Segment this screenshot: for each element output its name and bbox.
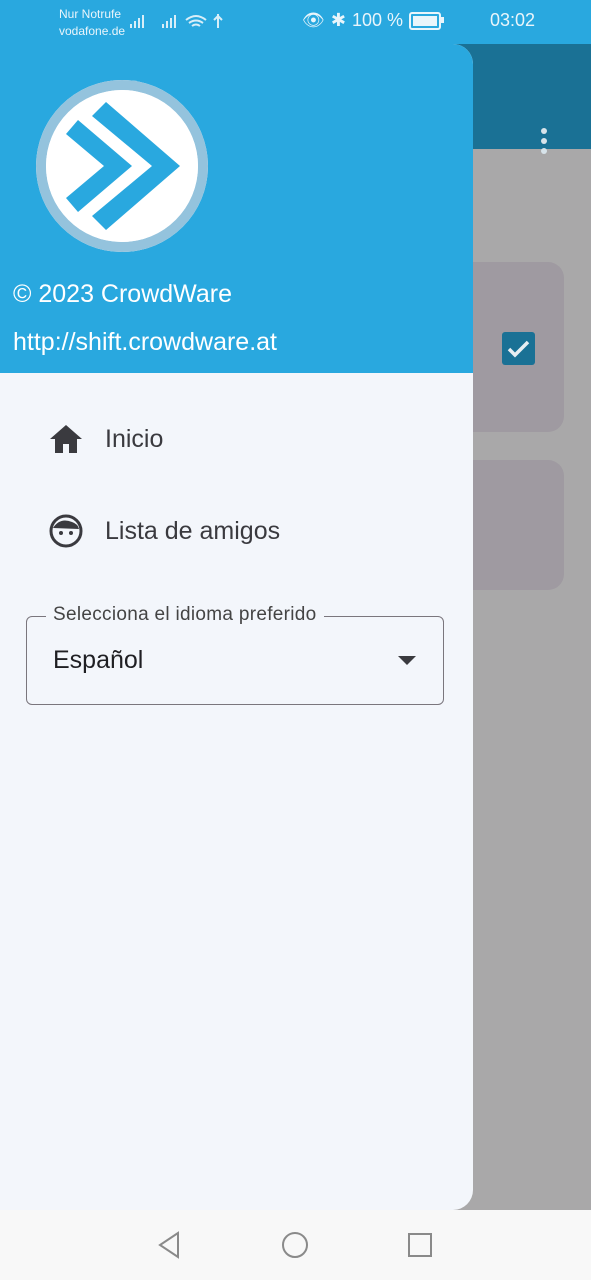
status-right-icons: 👁 ✱ 100 %: [302, 10, 444, 31]
usb-icon: [213, 14, 223, 28]
system-nav-bar: [0, 1210, 591, 1280]
signal-icon: [130, 14, 223, 28]
home-icon: [50, 425, 82, 453]
checkbox[interactable]: [502, 332, 535, 365]
forward-chevrons-icon: [46, 90, 198, 242]
dropdown-arrow-icon[interactable]: [398, 656, 416, 665]
check-icon: [507, 340, 530, 358]
status-bar: Nur Notrufe vodafone.de 👁 ✱ 100 % 03:02: [0, 0, 591, 44]
recents-icon[interactable]: [403, 1228, 437, 1262]
wifi-icon: [185, 15, 207, 27]
bluetooth-icon: ✱: [330, 10, 346, 30]
battery-percent: 100 %: [351, 10, 403, 30]
drawer-header: © 2023 CrowdWare http://shift.crowdware.…: [0, 44, 473, 373]
language-selected-value[interactable]: Español: [53, 646, 143, 675]
copyright-text: © 2023 CrowdWare: [13, 280, 232, 308]
more-options-icon[interactable]: [536, 128, 552, 158]
back-icon[interactable]: [152, 1228, 186, 1262]
battery-icon: [409, 11, 444, 30]
clock: 03:02: [489, 10, 535, 30]
app-logo: [36, 80, 208, 252]
carrier-info: Nur Notrufe vodafone.de: [59, 7, 126, 38]
face-icon: [49, 514, 83, 548]
drawer-item-label: Lista de amigos: [105, 516, 281, 545]
signal-icons: [128, 12, 228, 35]
drawer-item-lista-de-amigos[interactable]: Lista de amigos: [0, 496, 473, 566]
drawer-item-inicio[interactable]: Inicio: [0, 404, 473, 474]
home-button-icon[interactable]: [278, 1228, 312, 1262]
drawer-item-label: Inicio: [105, 424, 164, 453]
navigation-drawer: © 2023 CrowdWare http://shift.crowdware.…: [0, 44, 473, 1210]
eye-icon: 👁: [302, 10, 325, 30]
language-dropdown-label: Selecciona el idioma preferido: [46, 604, 324, 626]
website-link[interactable]: http://shift.crowdware.at: [13, 328, 277, 357]
